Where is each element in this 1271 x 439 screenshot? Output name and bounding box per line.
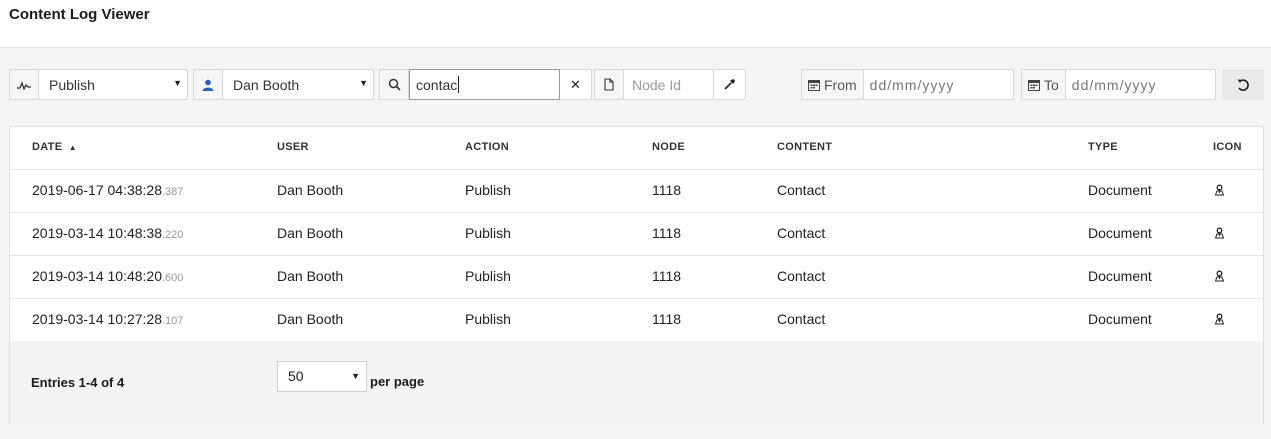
date-value: 2019-06-17 04:38:28 bbox=[32, 182, 162, 198]
node-picker-button[interactable] bbox=[714, 69, 746, 100]
from-label: From bbox=[824, 76, 857, 93]
node-id-input[interactable]: Node Id bbox=[624, 69, 714, 100]
cell-type: Document bbox=[1088, 182, 1152, 198]
from-date-input[interactable]: dd/mm/yyyy bbox=[863, 69, 1014, 100]
document-pin-icon bbox=[1214, 226, 1225, 242]
to-date-addon: To bbox=[1021, 69, 1066, 100]
refresh-icon bbox=[1237, 78, 1249, 91]
clear-search-button[interactable]: ✕ bbox=[560, 69, 592, 100]
date-value: 2019-03-14 10:48:20 bbox=[32, 268, 162, 284]
date-value: 2019-03-14 10:27:28 bbox=[32, 311, 162, 327]
from-date-placeholder: dd/mm/yyyy bbox=[869, 76, 955, 93]
per-page-label: per page bbox=[370, 374, 425, 389]
cell-action: Publish bbox=[465, 311, 511, 327]
cell-type: Document bbox=[1088, 311, 1152, 327]
date-milliseconds: .220 bbox=[162, 229, 184, 241]
cell-type: Document bbox=[1088, 268, 1152, 284]
header-bar: Content Log Viewer bbox=[0, 0, 1271, 48]
chevron-down-icon: ▼ bbox=[173, 78, 182, 88]
cell-date: 2019-03-14 10:27:28.107 bbox=[32, 311, 183, 327]
calendar-icon bbox=[808, 79, 820, 91]
date-milliseconds: .600 bbox=[162, 272, 184, 284]
column-header-content[interactable]: CONTENT bbox=[777, 141, 832, 153]
user-select-value: Dan Booth bbox=[233, 76, 300, 93]
page-title: Content Log Viewer bbox=[9, 6, 150, 23]
table-footer: Entries 1-4 of 4 50 ▼ per page bbox=[10, 341, 1263, 424]
cell-content: Contact bbox=[777, 225, 826, 241]
cell-node: 1118 bbox=[652, 268, 682, 284]
activity-icon bbox=[9, 69, 39, 100]
clear-icon: ✕ bbox=[570, 76, 581, 92]
cell-content: Contact bbox=[777, 182, 826, 198]
reset-filters-button[interactable] bbox=[1222, 69, 1264, 100]
cell-date: 2019-03-14 10:48:38.220 bbox=[32, 225, 183, 241]
column-header-type[interactable]: TYPE bbox=[1088, 141, 1118, 153]
log-table: DATE ▲ USER ACTION NODE CONTENT TYPE ICO… bbox=[9, 126, 1264, 424]
eyedropper-icon bbox=[724, 79, 735, 90]
from-date-filter: From dd/mm/yyyy bbox=[801, 69, 1014, 100]
date-milliseconds: .387 bbox=[162, 186, 184, 198]
node-filter: Node Id bbox=[594, 69, 746, 100]
user-icon bbox=[193, 69, 223, 100]
cell-user: Dan Booth bbox=[277, 268, 344, 284]
table-header: DATE ▲ USER ACTION NODE CONTENT TYPE ICO… bbox=[10, 127, 1263, 170]
to-date-filter: To dd/mm/yyyy bbox=[1021, 69, 1216, 100]
to-date-input[interactable]: dd/mm/yyyy bbox=[1065, 69, 1216, 100]
search-input[interactable]: contac bbox=[409, 69, 560, 100]
table-row[interactable]: 2019-03-14 10:48:20.600 Dan Booth Publis… bbox=[10, 255, 1263, 299]
action-filter: Publish ▼ bbox=[9, 69, 188, 100]
text-caret bbox=[458, 76, 460, 93]
document-pin-icon bbox=[1214, 269, 1225, 285]
cell-node: 1118 bbox=[652, 225, 682, 241]
cell-node: 1118 bbox=[652, 182, 682, 198]
calendar-icon bbox=[1028, 79, 1040, 91]
cell-date: 2019-03-14 10:48:20.600 bbox=[32, 268, 183, 284]
cell-action: Publish bbox=[465, 268, 511, 284]
to-label: To bbox=[1044, 76, 1059, 93]
cell-user: Dan Booth bbox=[277, 182, 344, 198]
document-pin-icon bbox=[1214, 312, 1225, 328]
search-icon bbox=[379, 69, 409, 100]
action-select-value: Publish bbox=[49, 76, 95, 93]
table-row[interactable]: 2019-03-14 10:27:28.107 Dan Booth Publis… bbox=[10, 298, 1263, 342]
date-value: 2019-03-14 10:48:38 bbox=[32, 225, 162, 241]
chevron-down-icon: ▼ bbox=[359, 78, 368, 88]
column-header-label: DATE bbox=[32, 141, 63, 153]
per-page-value: 50 bbox=[288, 368, 304, 384]
table-row[interactable]: 2019-06-17 04:38:28.387 Dan Booth Publis… bbox=[10, 169, 1263, 213]
action-select[interactable]: Publish ▼ bbox=[39, 69, 188, 100]
column-header-user[interactable]: USER bbox=[277, 141, 309, 153]
sort-ascending-icon: ▲ bbox=[68, 143, 77, 152]
document-pin-icon bbox=[1214, 183, 1225, 199]
cell-node: 1118 bbox=[652, 311, 682, 327]
user-filter: Dan Booth ▼ bbox=[193, 69, 374, 100]
user-select[interactable]: Dan Booth ▼ bbox=[223, 69, 374, 100]
cell-content: Contact bbox=[777, 311, 826, 327]
node-id-placeholder: Node Id bbox=[632, 76, 682, 93]
entries-count: Entries 1-4 of 4 bbox=[31, 375, 125, 390]
document-icon bbox=[594, 69, 624, 100]
cell-user: Dan Booth bbox=[277, 311, 344, 327]
from-date-addon: From bbox=[801, 69, 864, 100]
cell-action: Publish bbox=[465, 182, 511, 198]
table-row[interactable]: 2019-03-14 10:48:38.220 Dan Booth Publis… bbox=[10, 212, 1263, 256]
cell-content: Contact bbox=[777, 268, 826, 284]
cell-action: Publish bbox=[465, 225, 511, 241]
column-header-date[interactable]: DATE ▲ bbox=[32, 141, 77, 153]
cell-user: Dan Booth bbox=[277, 225, 344, 241]
date-milliseconds: .107 bbox=[162, 315, 184, 327]
to-date-placeholder: dd/mm/yyyy bbox=[1071, 76, 1157, 93]
column-header-icon: ICON bbox=[1213, 141, 1242, 153]
column-header-action[interactable]: ACTION bbox=[465, 141, 509, 153]
cell-date: 2019-06-17 04:38:28.387 bbox=[32, 182, 183, 198]
per-page-select[interactable]: 50 ▼ bbox=[277, 361, 367, 392]
chevron-down-icon: ▼ bbox=[351, 371, 360, 381]
search-filter: contac ✕ bbox=[379, 69, 592, 100]
search-input-value: contac bbox=[416, 76, 458, 93]
column-header-node[interactable]: NODE bbox=[652, 141, 685, 153]
cell-type: Document bbox=[1088, 225, 1152, 241]
